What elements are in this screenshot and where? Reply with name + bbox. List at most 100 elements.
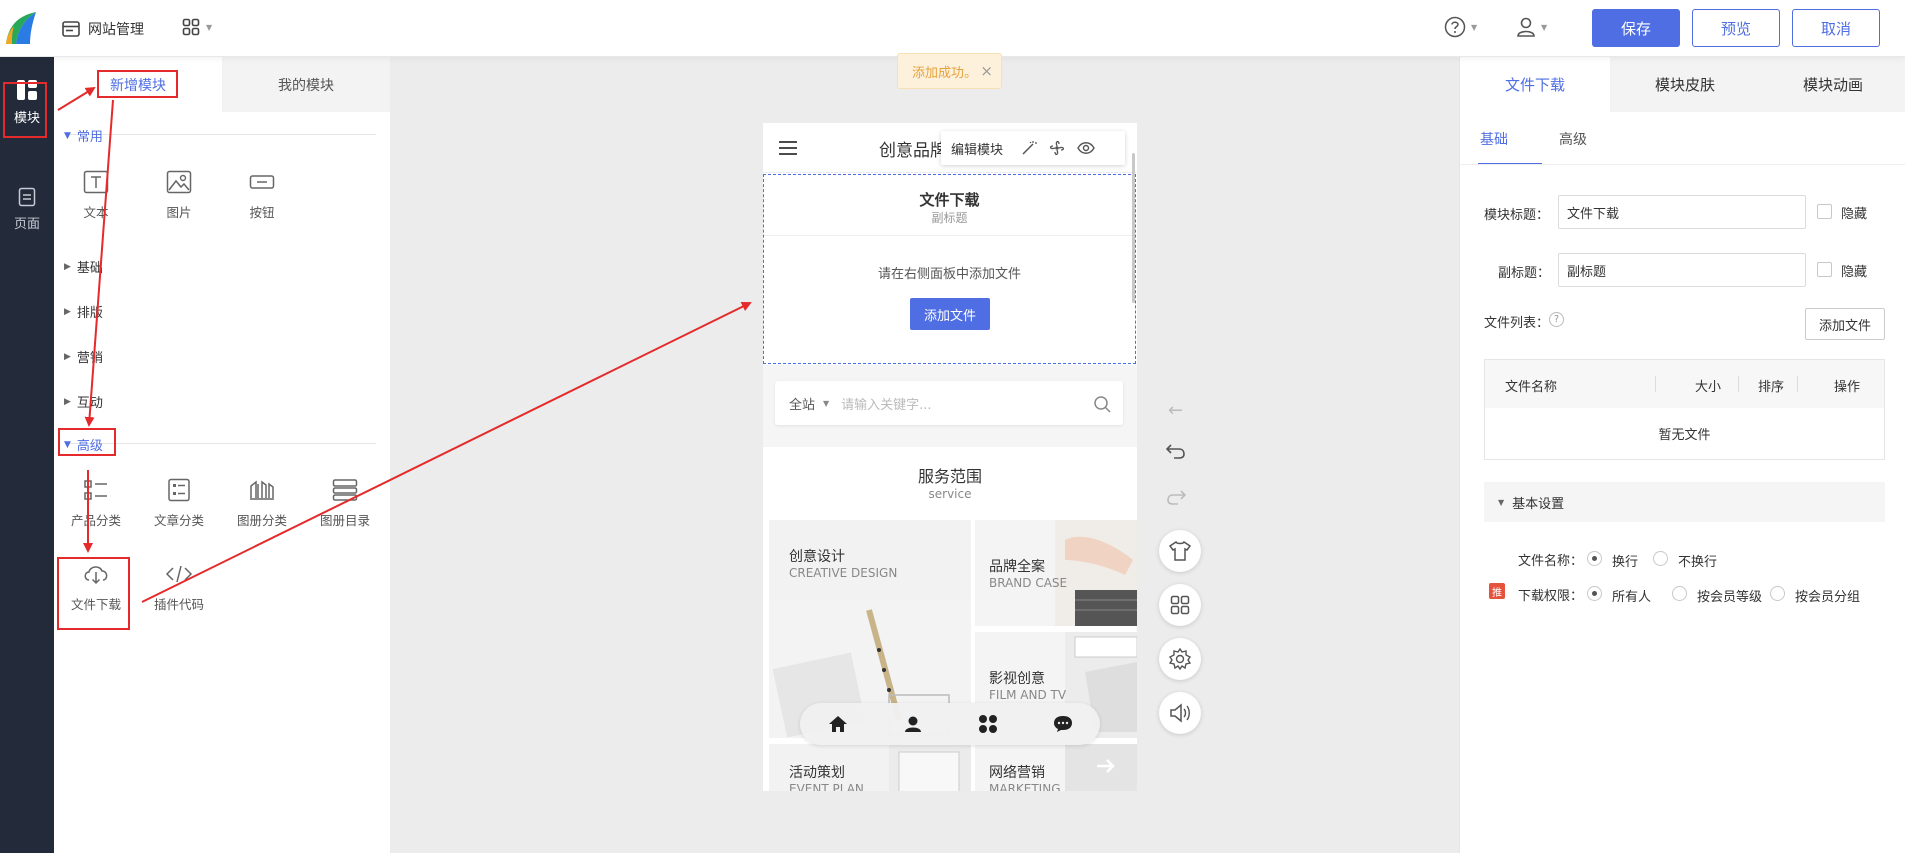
subtab-advanced[interactable]: 高级 (1559, 129, 1587, 149)
module-title-input[interactable]: 文件下载 (1558, 195, 1806, 229)
service-card-brand[interactable]: 品牌全案 BRAND CASE (975, 520, 1137, 626)
arrow-left-icon[interactable]: ← (1168, 400, 1183, 421)
module-button[interactable]: 按钮 (230, 170, 294, 221)
tab-module-skin-label: 模块皮肤 (1654, 76, 1715, 94)
file-download-module[interactable]: 文件下载 副标题 请在右侧面板中添加文件 添加文件 (763, 174, 1136, 364)
add-file-button-panel[interactable]: 添加文件 (1805, 308, 1885, 340)
skin-button[interactable] (1159, 530, 1201, 572)
nav-page-label: 页面 (13, 217, 40, 232)
save-button[interactable]: 保存 (1592, 9, 1680, 47)
site-manage-menu[interactable]: 网站管理 (62, 19, 144, 39)
service-film-cn: 影视创意 (989, 671, 1045, 687)
toast-success: 添加成功。 × (897, 53, 1002, 89)
perm-member-group-radio[interactable] (1770, 586, 1785, 601)
app-logo[interactable] (4, 10, 38, 46)
toast-close-icon[interactable]: × (980, 62, 993, 80)
settings-button[interactable] (1159, 638, 1201, 680)
undo-icon[interactable] (1166, 441, 1186, 459)
service-event-cn: 活动策划 (789, 765, 845, 781)
subtab-basic[interactable]: 基础 (1480, 129, 1508, 149)
tab-module-skin[interactable]: 模块皮肤 (1610, 57, 1760, 112)
preview-button[interactable]: 预览 (1692, 9, 1780, 47)
group-layout[interactable]: ▶ 排版 (64, 302, 103, 321)
divider (1655, 376, 1656, 392)
group-basic-label: 基础 (76, 261, 103, 276)
divider (66, 134, 376, 135)
empty-table-text: 暂无文件 (1658, 428, 1711, 443)
module-text[interactable]: 文本 (64, 170, 128, 221)
add-file-button[interactable]: 添加文件 (910, 298, 990, 330)
group-marketing-label: 营销 (76, 351, 103, 366)
chevron-down-icon: ▼ (206, 22, 213, 32)
search-icon[interactable] (1093, 395, 1111, 413)
redo-icon[interactable] (1166, 487, 1186, 505)
phone-site-title: 创意品牌 (879, 141, 947, 161)
search-input[interactable]: 请输入关键字... (841, 394, 931, 413)
service-card-event[interactable]: 活动策划 EVENT PLAN (769, 744, 971, 791)
tab-module-animation[interactable]: 模块动画 (1760, 57, 1905, 112)
user-icon[interactable] (903, 715, 923, 733)
module-album-directory[interactable]: 图册目录 (313, 478, 377, 529)
top-bar: 网站管理 ▼ ▼ ▼ 保存 预览 取消 (0, 0, 1905, 57)
annotation-box-advanced (58, 428, 116, 456)
magic-wand-icon[interactable] (1021, 140, 1038, 156)
divider (1797, 376, 1798, 392)
group-marketing[interactable]: ▶ 营销 (64, 347, 103, 366)
module-button-label: 按钮 (249, 205, 275, 220)
service-card-marketing[interactable]: 网络营销 MARKETING (975, 744, 1137, 791)
group-basic[interactable]: ▶ 基础 (64, 257, 103, 276)
perm-member-level-radio[interactable] (1672, 586, 1687, 601)
title-hide-checkbox[interactable] (1817, 204, 1832, 219)
audio-button[interactable] (1159, 692, 1201, 734)
module-toolbar: 编辑模块 (941, 131, 1125, 165)
group-common[interactable]: ▼ 常用 (64, 126, 103, 145)
modules-button[interactable] (1159, 584, 1201, 626)
service-marketing-en: MARKETING (989, 782, 1061, 791)
chat-icon[interactable] (1053, 715, 1073, 733)
subtitle-hide-checkbox[interactable] (1817, 262, 1832, 277)
help-icon (1444, 16, 1466, 38)
nowrap-radio[interactable] (1653, 551, 1668, 566)
module-album-category[interactable]: 图册分类 (230, 478, 294, 529)
user-menu[interactable]: ▼ (1516, 16, 1547, 38)
fan-icon[interactable] (1049, 140, 1065, 156)
edit-module-button[interactable]: 编辑模块 (951, 139, 1003, 158)
apps-grid-icon (182, 18, 200, 36)
phone-scrollbar[interactable] (1132, 153, 1135, 303)
service-subtitle: service (928, 487, 972, 501)
module-plugin-code[interactable]: 插件代码 (147, 562, 211, 613)
wrap-option-label: 换行 (1612, 555, 1639, 570)
help-icon[interactable]: ? (1549, 312, 1564, 327)
group-interact[interactable]: ▶ 互动 (64, 392, 103, 411)
module-product-category[interactable]: 产品分类 (64, 478, 128, 529)
help-menu[interactable]: ▼ (1444, 16, 1477, 38)
annotation-box-new-module (97, 70, 178, 98)
file-list-label: 文件列表： (1484, 316, 1550, 331)
module-article-category[interactable]: 文章分类 (147, 478, 211, 529)
subtitle-input[interactable]: 副标题 (1558, 253, 1806, 287)
tab-file-download-label: 文件下载 (1504, 76, 1565, 94)
module-image[interactable]: 图片 (147, 170, 211, 221)
home-icon[interactable] (828, 715, 848, 733)
divider (1738, 376, 1739, 392)
caret-right-icon: ▶ (64, 306, 71, 317)
service-marketing-cn: 网络营销 (989, 765, 1045, 781)
phone-bottom-nav (800, 703, 1100, 745)
search-bar[interactable]: 全站 ▼ 请输入关键字... (775, 381, 1123, 425)
nav-item-page[interactable]: 页面 (0, 187, 54, 232)
eye-icon[interactable] (1077, 141, 1095, 155)
filename-wrap-label: 文件名称： (1518, 554, 1584, 569)
basic-settings-header[interactable]: ▼ 基本设置 (1484, 482, 1885, 522)
grid-icon[interactable] (978, 714, 998, 734)
module-plugin-code-label: 插件代码 (153, 597, 204, 612)
apps-grid-menu[interactable]: ▼ (182, 18, 212, 36)
hamburger-icon[interactable] (779, 141, 797, 155)
wrap-radio[interactable] (1587, 551, 1602, 566)
tab-file-download[interactable]: 文件下载 (1460, 57, 1610, 112)
tab-my-module[interactable]: 我的模块 (222, 57, 390, 112)
perm-everyone-radio[interactable] (1587, 586, 1602, 601)
recommend-badge: 推 (1489, 583, 1505, 599)
search-scope[interactable]: 全站 (789, 394, 815, 413)
module-image-label: 图片 (166, 205, 192, 220)
cancel-button[interactable]: 取消 (1792, 9, 1880, 47)
